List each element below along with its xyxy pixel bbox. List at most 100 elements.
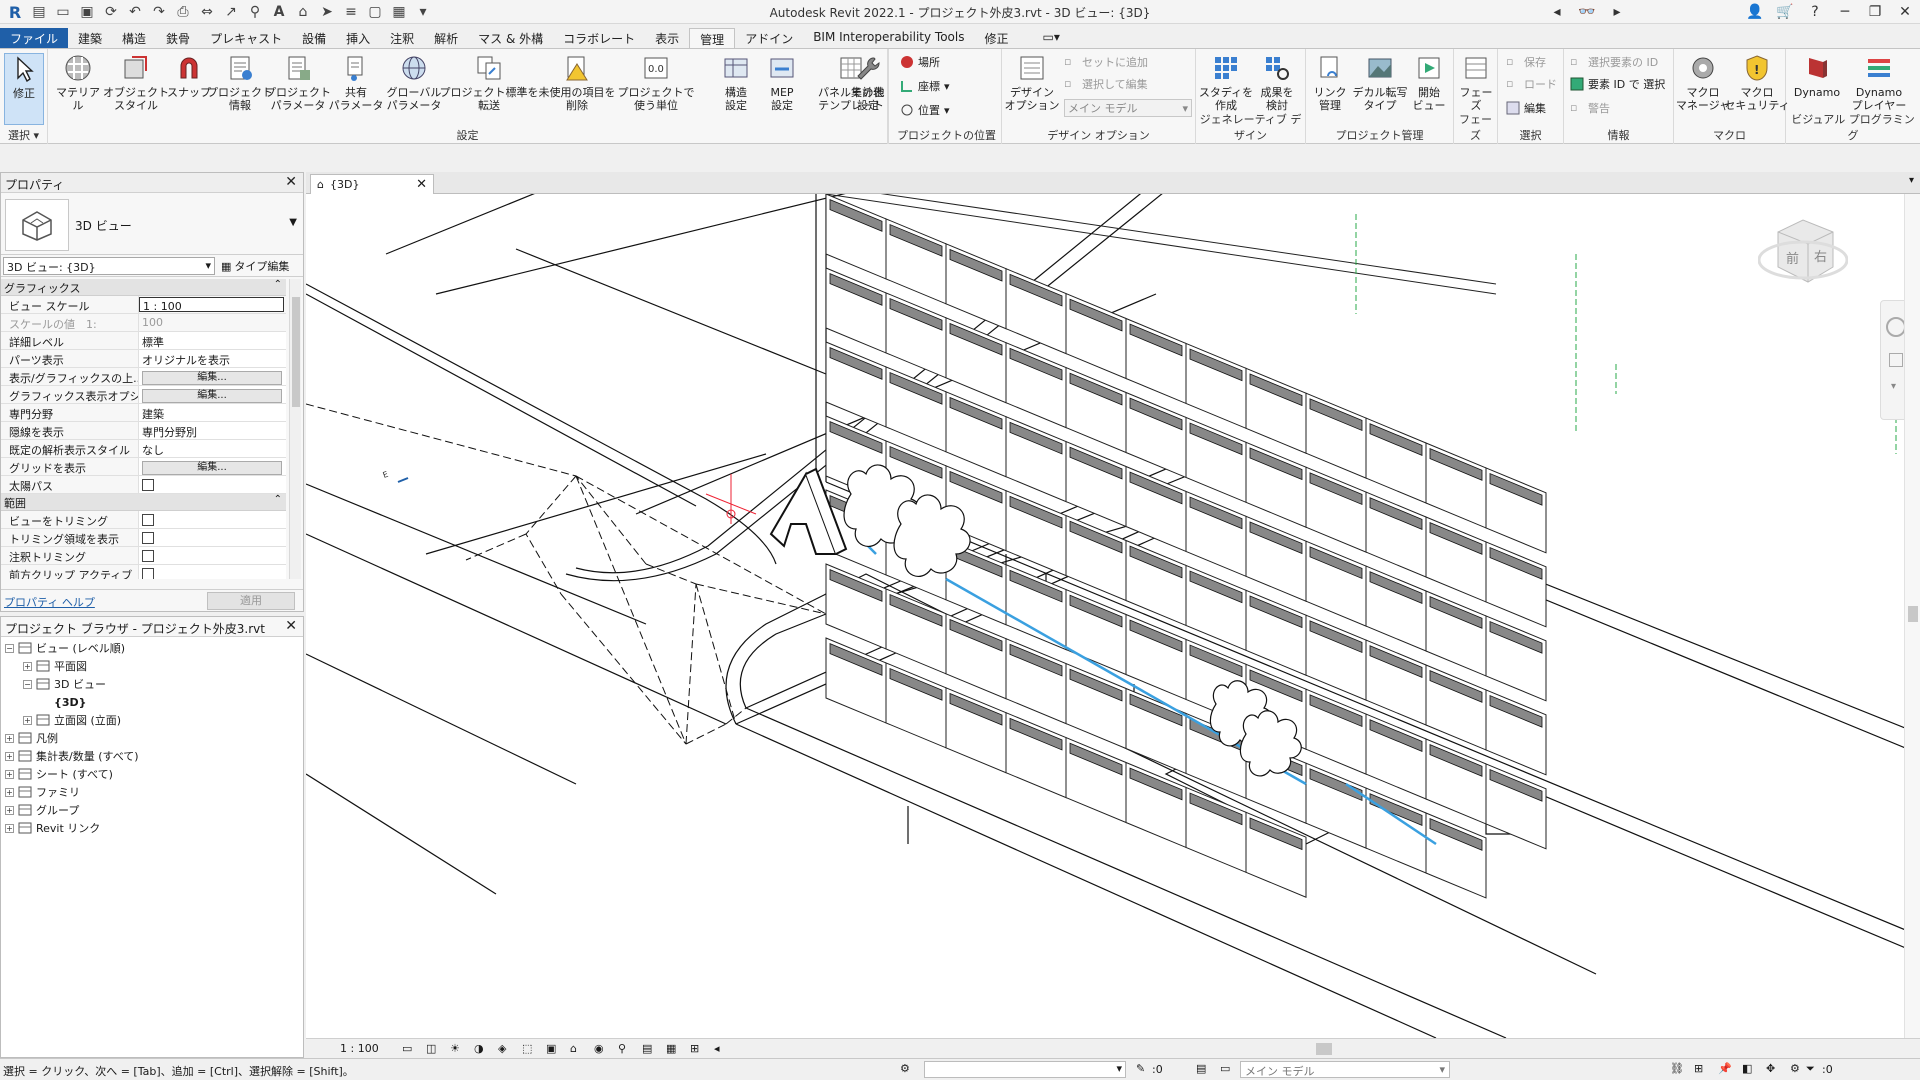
snaps-button[interactable]: スナップ: [166, 53, 212, 99]
explore-outcomes-button[interactable]: 成果を 検討: [1252, 53, 1302, 112]
cart-icon[interactable]: 🛒: [1774, 2, 1796, 22]
property-row[interactable]: ビューをトリミング: [1, 511, 286, 529]
pick-to-edit-button[interactable]: ▫ 選択して編集: [1064, 75, 1148, 93]
properties-help-link[interactable]: プロパティ ヘルプ: [4, 594, 95, 610]
create-study-button[interactable]: スタディを 作成: [1199, 53, 1253, 112]
view-vertical-scrollbar[interactable]: [1904, 194, 1920, 1038]
macro-security-button[interactable]: ! マクロ セキュリティ: [1724, 53, 1790, 112]
design-option-select[interactable]: メイン モデル ▾: [1064, 99, 1192, 117]
property-row[interactable]: 前方クリップ アクティブ: [1, 565, 286, 579]
expand-icon[interactable]: +: [23, 661, 32, 671]
tab-insert[interactable]: 挿入: [336, 28, 380, 48]
type-dropdown-icon[interactable]: ▼: [289, 217, 297, 228]
browser-item[interactable]: − 3D ビュー: [23, 675, 106, 693]
close-properties-icon[interactable]: ✕: [285, 174, 297, 190]
property-group-header[interactable]: グラフィックス ⌃: [1, 279, 286, 296]
additional-settings-button[interactable]: その他 設定: [846, 53, 890, 112]
background-process-icon[interactable]: ⚙: [1790, 1062, 1800, 1075]
active-design-option-select[interactable]: メイン モデル ▾: [1240, 1061, 1450, 1078]
tab-annotate[interactable]: 注釈: [380, 28, 424, 48]
browser-item[interactable]: + Revit リンク: [5, 819, 100, 837]
expand-icon[interactable]: +: [5, 787, 14, 797]
property-row[interactable]: 専門分野 建築: [1, 404, 286, 422]
edit-property-button[interactable]: 編集...: [142, 371, 282, 385]
temp-hide-icon[interactable]: ◉: [594, 1042, 608, 1055]
project-info-button[interactable]: プロジェクト 情報: [207, 53, 273, 112]
reveal-hidden-icon[interactable]: ⚲: [618, 1042, 632, 1055]
purge-unused-button[interactable]: 未使用の項目を 削除: [534, 53, 620, 112]
view-horizontal-scroll-thumb[interactable]: [1316, 1043, 1332, 1055]
steering-wheel-icon[interactable]: [1886, 317, 1906, 337]
tab-collaborate[interactable]: コラボレート: [553, 28, 645, 48]
property-row[interactable]: 表示/グラフィックスの上... 編集...: [1, 368, 286, 386]
sun-path-icon[interactable]: ☀: [450, 1042, 464, 1055]
browser-item[interactable]: + 凡例: [5, 729, 58, 747]
crop-view-icon[interactable]: ⬚: [522, 1042, 536, 1055]
property-row[interactable]: 太陽パス: [1, 476, 286, 494]
project-units-button[interactable]: 0.0 プロジェクトで 使う単位: [618, 53, 695, 112]
help-icon[interactable]: ?: [1804, 2, 1826, 22]
modify-button[interactable]: 修正: [4, 53, 44, 125]
editable-only-icon[interactable]: ✎: [1136, 1062, 1145, 1075]
select-by-id-button[interactable]: 要素 ID で 選択: [1570, 75, 1665, 93]
property-value[interactable]: 100: [139, 314, 286, 331]
expand-icon[interactable]: +: [5, 751, 14, 761]
panel-title-select[interactable]: 選択 ▾: [0, 127, 47, 143]
project-parameters-button[interactable]: プロジェクト パラメータ: [265, 53, 331, 112]
browser-item[interactable]: − ビュー (レベル順): [5, 639, 125, 657]
constraints-icon[interactable]: ◂: [714, 1042, 728, 1055]
tab-file[interactable]: ファイル: [0, 28, 69, 48]
type-selector[interactable]: 3D ビュー ▼: [1, 193, 303, 255]
property-checkbox[interactable]: [142, 514, 154, 526]
properties-scroll-thumb[interactable]: [292, 297, 300, 407]
close-browser-icon[interactable]: ✕: [285, 618, 297, 634]
tab-systems[interactable]: 設備: [292, 28, 336, 48]
detail-level-icon[interactable]: ▭: [402, 1042, 416, 1055]
expand-icon[interactable]: +: [23, 715, 32, 725]
edit-property-button[interactable]: 編集...: [142, 461, 282, 475]
select-pinned-icon[interactable]: 📌: [1718, 1062, 1732, 1075]
global-parameters-button[interactable]: グローバル パラメータ: [384, 53, 444, 112]
starting-view-button[interactable]: 開始 ビュー: [1408, 53, 1450, 112]
property-value[interactable]: 専門分野別: [139, 422, 286, 439]
tab-structure[interactable]: 構造: [112, 28, 156, 48]
instance-filter-select[interactable]: 3D ビュー: {3D} ▾: [3, 257, 215, 275]
tab-view[interactable]: 表示: [645, 28, 689, 48]
expand-icon[interactable]: +: [5, 769, 14, 779]
object-styles-button[interactable]: オブジェクト スタイル: [103, 53, 169, 112]
browser-item[interactable]: + シート (すべて): [5, 765, 113, 783]
shadows-icon[interactable]: ◑: [474, 1042, 488, 1055]
expand-icon[interactable]: +: [5, 733, 14, 743]
tab-analyze[interactable]: 解析: [424, 28, 468, 48]
property-row[interactable]: ビュー スケール 1 : 100: [1, 296, 286, 314]
location-button[interactable]: 場所: [900, 53, 940, 71]
design-options-button[interactable]: デザイン オプション: [1005, 53, 1060, 112]
property-row[interactable]: パーツ表示 オリジナルを表示: [1, 350, 286, 368]
position-button[interactable]: 位置 ▾: [900, 101, 950, 119]
property-value[interactable]: 標準: [139, 332, 286, 349]
browser-item[interactable]: {3D}: [41, 693, 86, 711]
view-tab-3d[interactable]: ⌂ {3D} ✕: [310, 174, 434, 194]
browser-item[interactable]: + 立面図 (立面): [23, 711, 121, 729]
property-value[interactable]: オリジナルを表示: [139, 350, 286, 367]
view-vertical-scroll-thumb[interactable]: [1908, 606, 1918, 622]
tab-steel[interactable]: 鉄骨: [156, 28, 200, 48]
materials-button[interactable]: マテリアル: [52, 53, 104, 112]
property-checkbox[interactable]: [142, 479, 154, 491]
collapse-group-icon[interactable]: ⌃: [274, 494, 282, 505]
filter-icon[interactable]: ⏷: [1806, 1062, 1815, 1076]
apply-button[interactable]: 適用: [207, 592, 295, 610]
browser-item[interactable]: + グループ: [5, 801, 79, 819]
binoculars-icon[interactable]: 👓: [1576, 2, 1598, 22]
browser-item[interactable]: + 集計表/数量 (すべて): [5, 747, 139, 765]
tab-massing-site[interactable]: マス & 外構: [468, 28, 553, 48]
3d-view-canvas[interactable]: E 前 右 ▾: [306, 194, 1920, 1038]
property-row[interactable]: 注釈トリミング: [1, 547, 286, 565]
tab-modify[interactable]: 修正: [974, 28, 1018, 48]
transfer-standards-button[interactable]: プロジェクト標準を 転送: [440, 53, 539, 112]
tab-options-icon[interactable]: ▭▾: [1033, 28, 1070, 48]
collapse-icon[interactable]: −: [23, 679, 32, 689]
dynamo-button[interactable]: Dynamo: [1790, 53, 1844, 99]
property-checkbox[interactable]: [142, 568, 154, 579]
browser-item[interactable]: + 平面図: [23, 657, 87, 675]
